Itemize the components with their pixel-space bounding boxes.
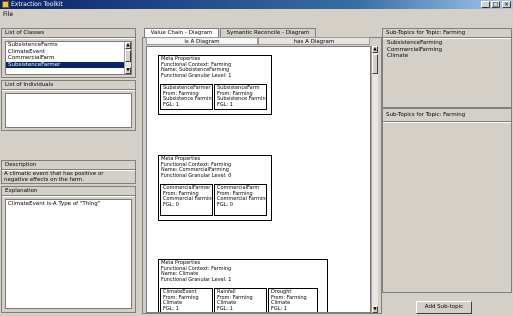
subtopics-list[interactable]: SubsistenceFarming CommercialFarming Clima… <box>383 39 511 61</box>
description-label: Description <box>5 162 37 168</box>
scroll-up-icon[interactable]: ▲ <box>125 42 131 49</box>
explanation-label: Explanation <box>5 188 38 194</box>
node-text: Rainfall From: Farming Climate FGL: 1 <box>215 289 266 312</box>
window-title-bar: Extraction Toolkit <box>0 0 513 9</box>
individuals-list[interactable] <box>5 93 132 128</box>
subtopic-item[interactable]: Climate <box>385 53 509 60</box>
node-text: CommercialFarm From: Farming Commercial Fa… <box>215 185 266 209</box>
menu-bar: File <box>0 9 513 20</box>
meta-line: Functional Granular Level: 1 <box>161 72 232 79</box>
divider <box>2 195 135 197</box>
node-line: FGL: 1 <box>163 305 179 312</box>
tab-value-chain[interactable]: Value Chain - Diagram <box>144 28 219 37</box>
classes-list-items: SubsistenceFarms ClimateEvent CommercialFa… <box>6 42 131 68</box>
diagram-group[interactable]: Meta Properties Functional Context: Farmi… <box>158 259 328 312</box>
node-text: CommercialFarmer From: Farming Commercial … <box>161 185 212 209</box>
add-sub-topic-button[interactable]: Add Sub-topic <box>416 301 472 314</box>
subtopics-bottom-area[interactable] <box>385 125 510 290</box>
scroll-thumb[interactable] <box>372 54 378 74</box>
node-text: SubsistenceFarm From: Farming Subsistence … <box>215 85 266 109</box>
node-line: FGL: 0 <box>217 201 233 208</box>
maximize-icon[interactable]: □ <box>491 1 500 8</box>
node-line: FGL: 1 <box>217 101 233 108</box>
description-text: A climatic event that has positive or ne… <box>2 171 135 184</box>
node-text: ClimateEvent From: Farming Climate FGL: 1 <box>161 289 212 312</box>
description-line: negative effects on the farm. <box>4 177 85 183</box>
classes-scrollbar[interactable]: ▲ ▼ <box>124 42 131 74</box>
divider <box>2 37 135 39</box>
individuals-label: List of Individuals <box>5 82 54 88</box>
diagram-node[interactable]: CommercialFarm From: Farming Commercial Fa… <box>214 184 267 216</box>
meta-line: Functional Granular Level: 0 <box>161 172 232 179</box>
explanation-area[interactable]: ClimateEvent is-A Type of "Thing" <box>5 199 132 309</box>
scroll-thumb[interactable] <box>125 50 131 62</box>
node-line: FGL: 1 <box>271 305 287 312</box>
diagram-group[interactable]: Meta Properties Functional Context: Farmi… <box>158 55 272 115</box>
diagram-node[interactable]: Drought From: Farming Climate FGL: 1 <box>268 288 318 312</box>
class-list-item[interactable]: SubsistenceFarmer <box>6 61 124 68</box>
node-text: Drought From: Farming Climate FGL: 1 <box>269 289 317 312</box>
subtopics-top-panel: Sub-Topics for Topic: Farming Subsistenc… <box>382 28 512 108</box>
meta-properties: Meta Properties Functional Context: Farmi… <box>159 260 327 284</box>
explanation-text: ClimateEvent is-A Type of "Thing" <box>8 201 101 207</box>
app-icon <box>2 1 9 8</box>
node-line: FGL: 1 <box>163 101 179 108</box>
close-icon[interactable]: × <box>502 1 511 8</box>
diagram-node[interactable]: SubsistenceFarm From: Farming Subsistence … <box>214 84 267 110</box>
diagram-node[interactable]: ClimateEvent From: Farming Climate FGL: 1 <box>160 288 213 312</box>
diagram-node[interactable]: CommercialFarmer From: Farming Commercial … <box>160 184 213 216</box>
diagram-node[interactable]: SubsistenceFarmer From: Farming Subsistenc… <box>160 84 213 110</box>
diagram-node[interactable]: Rainfall From: Farming Climate FGL: 1 <box>214 288 267 312</box>
subtopics-bottom-panel: Sub-Topics for Topic: Farming <box>382 108 512 293</box>
explanation-panel: Explanation ClimateEvent is-A Type of "T… <box>1 186 136 313</box>
meta-properties: Meta Properties Functional Context: Farmi… <box>159 156 271 180</box>
window-title: Extraction Toolkit <box>11 1 63 8</box>
classes-list[interactable]: SubsistenceFarms ClimateEvent CommercialFa… <box>5 41 132 75</box>
node-text: SubsistenceFarmer From: Farming Subsistenc… <box>161 85 212 109</box>
individuals-panel: List of Individuals <box>1 80 136 131</box>
diagram-canvas[interactable]: Meta Properties Functional Context: Farmi… <box>146 46 371 313</box>
meta-line: Functional Granular Level: 1 <box>161 276 232 283</box>
classes-label: List of Classes <box>5 30 45 36</box>
description-panel: Description A climatic event that has po… <box>1 160 136 184</box>
meta-properties: Meta Properties Functional Context: Farmi… <box>159 56 271 80</box>
subtab-is-a-diagram[interactable]: is A Diagram <box>146 37 258 45</box>
diagram-scrollbar[interactable]: ▲ ▼ <box>371 46 378 313</box>
subtopics-bottom-label: Sub-Topics for Topic: Farming <box>386 112 466 118</box>
minimize-icon[interactable]: _ <box>481 1 490 8</box>
node-line: FGL: 0 <box>163 201 179 208</box>
node-line: FGL: 1 <box>217 305 233 312</box>
divider <box>2 89 135 91</box>
scroll-up-icon[interactable]: ▲ <box>372 46 378 53</box>
scroll-down-icon[interactable]: ▼ <box>125 67 131 74</box>
classes-panel: List of Classes SubsistenceFarms ClimateE… <box>1 28 136 78</box>
scroll-down-icon[interactable]: ▼ <box>372 306 378 313</box>
tab-symantic-reconcile[interactable]: Symantic Reconcile - Diagram <box>220 28 316 37</box>
subtab-has-a-diagram[interactable]: has A Diagram <box>258 37 370 45</box>
divider <box>383 121 511 123</box>
menu-file[interactable]: File <box>3 11 13 18</box>
subtopics-top-label: Sub-Topics for Topic: Farming <box>386 30 466 36</box>
diagram-group[interactable]: Meta Properties Functional Context: Farmi… <box>158 155 272 221</box>
